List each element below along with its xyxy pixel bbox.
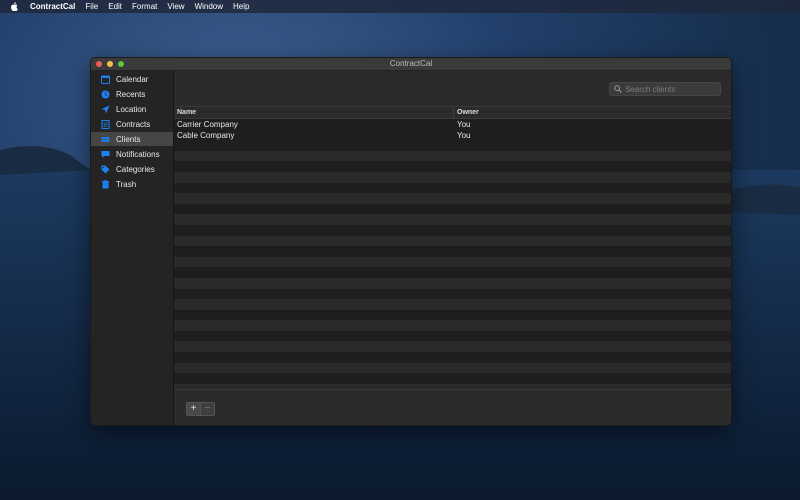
sidebar-item-label: Contracts [116,119,151,129]
empty-row [174,330,731,342]
table-header: Name Owner [174,106,731,119]
table-rows: Carrier Company You Cable Company You [174,119,731,389]
sidebar-item-recents[interactable]: Recents [91,87,173,101]
sidebar-item-calendar[interactable]: Calendar [91,72,173,86]
sidebar-item-trash[interactable]: Trash [91,177,173,191]
sidebar: Calendar Recents Location Contracts Clie… [91,71,174,425]
empty-row [174,246,731,257]
menu-help[interactable]: Help [233,2,249,11]
empty-row [174,256,731,268]
table-row[interactable]: Carrier Company You [174,119,731,130]
menu-edit[interactable]: Edit [108,2,122,11]
sidebar-item-label: Notifications [116,149,160,159]
sidebar-item-clients[interactable]: Clients [91,132,173,146]
sidebar-item-label: Categories [116,164,155,174]
empty-row [174,288,731,300]
empty-row [174,373,731,384]
menu-view[interactable]: View [167,2,184,11]
empty-row [174,224,731,236]
search-input[interactable] [625,84,719,94]
cell-owner: You [457,130,471,140]
card-icon [100,134,110,144]
empty-row [174,182,731,194]
sidebar-item-label: Clients [116,134,141,144]
cell-name: Carrier Company [177,120,238,129]
search-icon [614,85,622,93]
window-title: ContractCal [389,59,433,68]
clock-icon [100,89,110,99]
sidebar-item-notifications[interactable]: Notifications [91,147,173,161]
column-divider[interactable] [453,107,454,118]
menu-bar: ContractCal File Edit Format View Window… [0,0,800,13]
remove-client-button[interactable]: − [200,402,215,416]
column-header-owner[interactable]: Owner [457,109,479,116]
empty-row [174,341,731,353]
document-icon [100,119,110,129]
column-header-name[interactable]: Name [177,109,196,116]
calendar-icon [100,74,110,84]
sidebar-item-label: Trash [116,179,137,189]
location-arrow-icon [100,104,110,114]
tag-icon [100,164,110,174]
empty-row [174,299,731,310]
cell-owner: You [457,120,471,129]
empty-row [174,277,731,289]
sidebar-item-label: Calendar [116,74,149,84]
empty-row [174,214,731,225]
empty-row [174,267,731,278]
empty-row [174,235,731,247]
sidebar-item-contracts[interactable]: Contracts [91,117,173,131]
sidebar-item-location[interactable]: Location [91,102,173,116]
title-bar[interactable]: ContractCal [91,58,731,71]
cell-name: Cable Company [177,130,235,140]
menu-app-name[interactable]: ContractCal [30,2,75,11]
empty-row [174,161,731,172]
sidebar-item-categories[interactable]: Categories [91,162,173,176]
empty-row [174,193,731,204]
menu-file[interactable]: File [85,2,98,11]
clients-table: Name Owner Carrier Company You Cable Com… [174,106,731,389]
trash-icon [100,179,110,189]
sidebar-item-label: Recents [116,89,146,99]
main-content: Name Owner Carrier Company You Cable Com… [174,71,731,425]
search-field[interactable] [609,82,721,96]
speech-bubble-icon [100,149,110,159]
empty-row [174,140,731,151]
empty-row [174,203,731,215]
menu-window[interactable]: Window [195,2,223,11]
menu-format[interactable]: Format [132,2,157,11]
empty-row [174,362,731,374]
empty-row [174,320,731,331]
empty-row [174,309,731,321]
app-window: ContractCal Calendar Recents Location Co… [90,57,732,426]
empty-row [174,352,731,363]
table-footer: + − [174,389,731,425]
table-row[interactable]: Cable Company You [174,129,731,141]
add-client-button[interactable]: + [186,402,201,416]
empty-row [174,171,731,183]
sidebar-item-label: Location [116,104,147,114]
empty-row [174,150,731,162]
apple-icon[interactable] [8,2,20,11]
